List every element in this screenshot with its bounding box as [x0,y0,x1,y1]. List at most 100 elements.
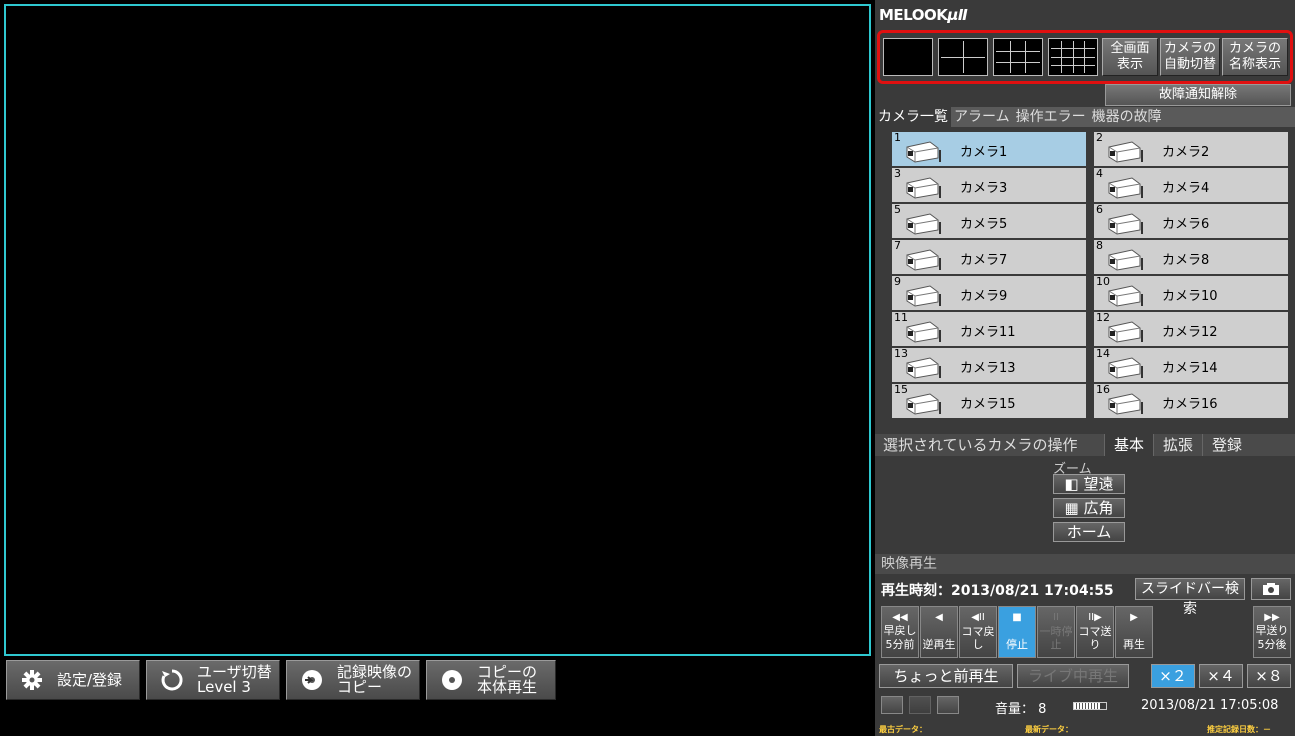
auto-switch-button[interactable]: カメラの 自動切替 [1160,38,1220,76]
layout-4-button[interactable] [938,38,988,76]
camera-name: カメラ2 [1162,145,1210,160]
camera-name: カメラ6 [1162,217,1210,232]
pause-label: 一時停止 [1039,625,1073,651]
camera-item-3[interactable]: 3 カメラ3 [892,168,1086,202]
camera-icon [1106,138,1146,164]
camera-item-2[interactable]: 2 カメラ2 [1094,132,1288,166]
frame-forward-button[interactable]: II▶ コマ送り [1076,606,1114,658]
camera-item-1[interactable]: 1 カメラ1 [892,132,1086,166]
camera-name: カメラ13 [960,361,1016,376]
home-position-button[interactable]: ホーム [1053,522,1125,542]
fault-clear-button[interactable]: 故障通知解除 [1105,84,1291,106]
estimated-days: 推定記録日数：－ [1207,725,1271,734]
layout-1-button[interactable] [883,38,933,76]
tab-register[interactable]: 登録 [1202,434,1251,456]
camera-item-16[interactable]: 16 カメラ16 [1094,384,1288,418]
tab-device-fault[interactable]: 機器の故障 [1089,107,1165,127]
refresh-icon [159,667,185,693]
copy-play-label: コピーの 本体再生 [477,663,538,696]
layout-4-icon [941,41,985,73]
camera-number: 8 [1096,239,1103,252]
oldest-data: 最古データ： [879,725,927,734]
camera-operation-header: 選択されているカメラの操作 基本 拡張 登録 [875,434,1295,456]
camera-icon [904,138,944,164]
speed-x2-button[interactable]: ×２ [1151,664,1195,688]
camera-icon [904,174,944,200]
camera-number: 5 [894,203,901,216]
pause-icon: II [1053,612,1059,623]
camera-item-14[interactable]: 14 カメラ14 [1094,348,1288,382]
stop-button[interactable]: ■ 停止 [998,606,1036,658]
tab-basic[interactable]: 基本 [1104,434,1154,456]
rewind-5min-label: 5分前 [885,638,915,651]
fast-forward-button[interactable]: ▶▶ 早送り 5分後 [1253,606,1291,658]
logo-main: MELOOK [879,6,948,24]
stop-icon: ■ [1012,612,1022,623]
zoom-tele-button[interactable]: ◧ 望遠 [1053,474,1125,494]
camera-name: カメラ9 [960,289,1008,304]
frame-back-button[interactable]: ◀II コマ戻し [959,606,997,658]
fullscreen-button[interactable]: 全画面 表示 [1102,38,1158,76]
camera-icon [1106,354,1146,380]
camera-item-13[interactable]: 13 カメラ13 [892,348,1086,382]
settings-button[interactable]: 設定/登録 [6,660,140,700]
volume-bar[interactable] [1073,702,1107,710]
tab-alarm[interactable]: アラーム [951,107,1013,127]
camera-icon [904,246,944,272]
gear-icon [19,667,45,693]
reverse-play-button[interactable]: ◀ 逆再生 [920,606,958,658]
playback-time: 再生時刻：2013/08/21 17:04:55 [881,583,1114,599]
camera-icon [1106,246,1146,272]
camera-name: カメラ7 [960,253,1008,268]
layout-1-icon [886,41,930,73]
slider-search-button[interactable]: スライドバー検索 [1135,578,1245,617]
volume-fill [1074,703,1100,709]
zoom-wide-button[interactable]: ▦ 広角 [1053,498,1125,518]
camera-name: カメラ10 [1162,289,1218,304]
layout-9-icon [996,41,1040,73]
speaker-right-button[interactable] [937,696,959,714]
layout-16-button[interactable] [1048,38,1098,76]
copy-record-button[interactable]: 記録映像の コピー [286,660,420,700]
camera-name: カメラ8 [1162,253,1210,268]
camera-item-8[interactable]: 8 カメラ8 [1094,240,1288,274]
camera-item-7[interactable]: 7 カメラ7 [892,240,1086,274]
copy-play-button[interactable]: コピーの 本体再生 [426,660,556,700]
live-replay-button[interactable]: ライブ中再生 [1017,664,1129,688]
rewind-button[interactable]: ◀◀ 早戻し 5分前 [881,606,919,658]
camera-list: 1 カメラ1 2 カメラ2 3 カメラ3 4 カメラ4 5 カメラ5 6 カメラ6 7 カメラ7 8 カメラ8… [892,132,1288,418]
camera-item-9[interactable]: 9 カメラ9 [892,276,1086,310]
camera-tabs: カメラ一覧 アラーム 操作エラー 機器の故障 [875,107,1295,127]
frame-back-label: コマ戻し [961,625,995,651]
zoom-tele-label: 望遠 [1083,475,1114,493]
pause-button[interactable]: II 一時停止 [1037,606,1075,658]
speed-x4-button[interactable]: ×４ [1199,664,1243,688]
tab-extended[interactable]: 拡張 [1153,434,1202,456]
camera-item-4[interactable]: 4 カメラ4 [1094,168,1288,202]
camera-icon [904,354,944,380]
operation-title: 選択されているカメラの操作 [883,436,1078,454]
snapshot-button[interactable] [1251,578,1291,600]
layout-9-button[interactable] [993,38,1043,76]
quick-replay-button[interactable]: ちょっと前再生 [879,664,1013,688]
zoom-controls: ズーム ◧ 望遠 ▦ 広角 ホーム [875,456,1295,548]
speed-x8-button[interactable]: ×８ [1247,664,1291,688]
speaker-mute-button[interactable] [909,696,931,714]
tab-operation-error[interactable]: 操作エラー [1013,107,1089,127]
rewind-icon: ◀◀ [892,612,908,623]
camera-name: カメラ1 [960,145,1008,160]
camera-item-6[interactable]: 6 カメラ6 [1094,204,1288,238]
video-display[interactable] [4,4,871,656]
settings-label: 設定/登録 [57,670,123,689]
zoom-wide-label: 広角 [1083,499,1114,517]
camera-item-5[interactable]: 5 カメラ5 [892,204,1086,238]
tab-camera-list[interactable]: カメラ一覧 [875,107,951,127]
camera-item-12[interactable]: 12 カメラ12 [1094,312,1288,346]
play-button[interactable]: ▶ 再生 [1115,606,1153,658]
user-switch-button[interactable]: ユーザ切替 Level 3 [146,660,280,700]
speaker-left-button[interactable] [881,696,903,714]
camera-item-15[interactable]: 15 カメラ15 [892,384,1086,418]
camera-item-11[interactable]: 11 カメラ11 [892,312,1086,346]
name-display-button[interactable]: カメラの 名称表示 [1222,38,1288,76]
camera-item-10[interactable]: 10 カメラ10 [1094,276,1288,310]
